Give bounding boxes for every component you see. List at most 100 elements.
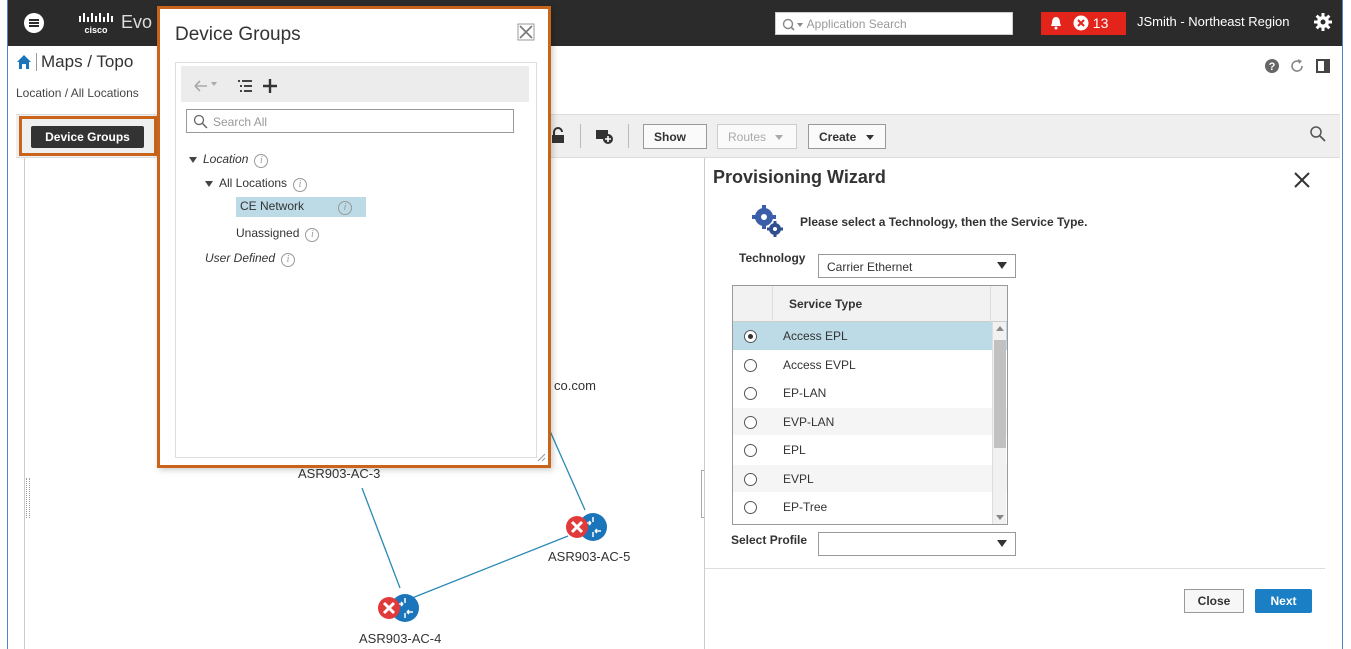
plus-icon[interactable] xyxy=(262,78,278,94)
wizard-divider xyxy=(705,568,1325,569)
refresh-icon[interactable] xyxy=(1289,58,1305,74)
service-type-header: Service Type xyxy=(789,297,863,311)
table-row[interactable]: EVP-LAN xyxy=(733,407,1007,436)
tree-item-ce-network[interactable]: CE Network i xyxy=(236,197,367,217)
radio-button[interactable] xyxy=(744,444,757,457)
technology-select[interactable]: Carrier Ethernet xyxy=(818,254,1016,278)
scrollbar-thumb[interactable] xyxy=(994,340,1006,448)
search-icon[interactable] xyxy=(1309,125,1327,143)
link-ac5-upper xyxy=(545,421,586,511)
service-type-table: Service Type Access EPL Access EVPL EP-L… xyxy=(732,285,1008,525)
radio-button[interactable] xyxy=(744,358,757,372)
chevron-down-icon xyxy=(775,135,784,141)
bell-icon xyxy=(1051,17,1061,30)
service-type-name: EP-Tree xyxy=(783,500,828,514)
info-icon[interactable]: i xyxy=(254,154,269,168)
service-type-name: EPL xyxy=(783,443,806,457)
tree-item-all-locations[interactable]: All Locations i xyxy=(205,176,308,192)
column-divider xyxy=(990,286,991,322)
table-row[interactable]: EVPL xyxy=(733,464,1007,493)
create-button[interactable]: Create xyxy=(808,124,886,149)
device-label: ASR903-AC-4 xyxy=(359,631,442,646)
popup-title: Device Groups xyxy=(175,24,301,45)
profile-select[interactable] xyxy=(818,532,1016,556)
error-icon xyxy=(1073,15,1089,31)
service-type-name: EP-LAN xyxy=(783,386,827,400)
table-row[interactable]: EPL xyxy=(733,436,1007,465)
tree-item-label: User Defined xyxy=(205,251,276,265)
search-icon xyxy=(193,114,208,129)
info-icon[interactable]: i xyxy=(305,228,320,242)
scroll-down-icon[interactable] xyxy=(996,515,1004,520)
close-button[interactable]: Close xyxy=(1184,589,1244,613)
service-type-name: Access EVPL xyxy=(783,357,856,372)
radio-button[interactable] xyxy=(744,501,757,514)
popup-toolbar xyxy=(181,66,529,102)
service-type-name: Access EPL xyxy=(783,329,848,343)
select-profile-label: Select Profile xyxy=(731,533,808,547)
help-icon[interactable]: ? xyxy=(1264,58,1280,74)
device-label-partial: co.com xyxy=(554,378,596,393)
wizard-instruction: Please select a Technology, then the Ser… xyxy=(800,215,1088,229)
radio-button[interactable] xyxy=(744,415,757,429)
router-icon[interactable] xyxy=(372,593,422,623)
service-type-name: EVPL xyxy=(783,471,814,486)
column-divider xyxy=(772,286,773,322)
link-ac4-ac5 xyxy=(411,535,569,599)
expand-triangle-icon[interactable] xyxy=(189,156,197,163)
routes-button[interactable]: Routes xyxy=(717,124,797,149)
panel-icon[interactable] xyxy=(1315,58,1331,74)
device-label: ASR903-AC-5 xyxy=(548,549,631,564)
gear-icon[interactable] xyxy=(1313,12,1333,32)
info-icon[interactable]: i xyxy=(338,201,353,215)
service-type-name: EVP-LAN xyxy=(783,414,835,429)
tree-item-label: Location xyxy=(203,152,249,166)
router-icon[interactable] xyxy=(560,512,610,542)
table-row[interactable]: Access EPL xyxy=(733,322,1007,351)
table-row[interactable]: Access EVPL xyxy=(733,351,1007,379)
info-icon[interactable]: i xyxy=(281,253,296,267)
technology-label: Technology xyxy=(739,251,806,265)
search-icon xyxy=(782,18,803,31)
alarm-badge[interactable]: 13 xyxy=(1041,12,1126,35)
tree-item-location[interactable]: Location i xyxy=(189,152,269,168)
gears-icon xyxy=(752,205,783,237)
expand-triangle-icon[interactable] xyxy=(205,180,213,187)
tree-item-user-defined[interactable]: User Defined i xyxy=(205,251,296,267)
tree-item-label: CE Network xyxy=(240,199,305,213)
resize-grip-icon[interactable] xyxy=(536,452,546,462)
info-icon[interactable]: i xyxy=(293,178,308,192)
table-header: Service Type xyxy=(733,286,1007,322)
device-groups-search-input[interactable]: Search All xyxy=(186,109,514,133)
close-icon[interactable] xyxy=(1292,170,1312,190)
radio-button[interactable] xyxy=(744,330,757,343)
user-region[interactable]: JSmith - Northeast Region xyxy=(1137,14,1289,29)
link-ac3-ac4 xyxy=(361,487,401,589)
chevron-down-icon xyxy=(865,135,874,141)
list-icon[interactable] xyxy=(237,78,253,94)
search-placeholder: Search All xyxy=(213,115,268,129)
radio-button[interactable] xyxy=(744,387,757,400)
table-row[interactable]: EP-LAN xyxy=(733,379,1007,408)
chevron-down-icon xyxy=(997,262,1007,269)
tree-item-label: All Locations xyxy=(219,176,288,190)
tree-item-unassigned[interactable]: Unassigned i xyxy=(236,226,320,242)
tree-item-label: Unassigned xyxy=(236,226,300,240)
back-arrow-icon[interactable] xyxy=(193,78,219,94)
table-row[interactable]: EP-Tree xyxy=(733,493,1007,522)
create-label: Create xyxy=(819,130,857,144)
device-label: ASR903-AC-3 xyxy=(298,466,381,481)
alarm-count: 13 xyxy=(1092,15,1109,31)
next-button[interactable]: Next xyxy=(1255,589,1312,613)
technology-value: Carrier Ethernet xyxy=(827,260,913,274)
radio-button[interactable] xyxy=(744,472,757,486)
chevron-down-icon xyxy=(997,540,1007,547)
scroll-up-icon[interactable] xyxy=(996,326,1004,331)
service-type-scrollbar[interactable] xyxy=(992,322,1006,524)
wizard-title: Provisioning Wizard xyxy=(713,167,886,187)
page-tools: ? xyxy=(1258,58,1331,74)
close-icon[interactable] xyxy=(517,23,535,41)
routes-label: Routes xyxy=(728,130,767,144)
application-search-input[interactable]: Application Search xyxy=(775,12,1013,35)
search-placeholder: Application Search xyxy=(806,17,907,31)
